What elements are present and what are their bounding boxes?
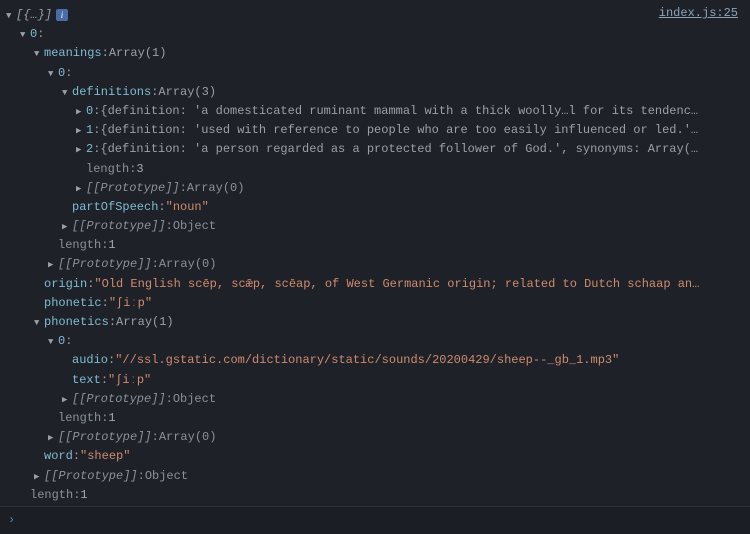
length-value: 1 xyxy=(80,486,87,505)
chevron-down-icon[interactable]: ▼ xyxy=(34,47,44,61)
property-key: phonetics xyxy=(44,313,109,332)
definition-preview: {definition: 'a domesticated ruminant ma… xyxy=(100,102,698,121)
property-value: "noun" xyxy=(166,198,209,217)
chevron-down-icon[interactable]: ▼ xyxy=(62,86,72,100)
chevron-down-icon[interactable]: ▼ xyxy=(48,335,58,349)
property-value: Array(1) xyxy=(109,44,167,63)
length-key: length xyxy=(58,236,101,255)
property-value: "ʃiːp" xyxy=(108,371,151,390)
chevron-down-icon[interactable]: ▼ xyxy=(48,67,58,81)
property-key: audio xyxy=(72,351,108,370)
prototype-value: Array(0) xyxy=(159,428,217,447)
chevron-down-icon[interactable]: ▼ xyxy=(6,9,16,23)
index-key: 0 xyxy=(86,102,93,121)
property-key: phonetic xyxy=(44,294,102,313)
index-key: 0 xyxy=(58,332,65,351)
chevron-right-icon[interactable]: ▶ xyxy=(76,182,86,196)
property-value: Array(3) xyxy=(158,83,216,102)
property-value: Array(1) xyxy=(116,313,174,332)
prototype-value: Object xyxy=(173,390,216,409)
info-icon[interactable]: i xyxy=(56,9,68,21)
console-prompt[interactable]: › xyxy=(0,506,750,534)
source-line: 25 xyxy=(724,6,738,20)
chevron-right-icon[interactable]: ▶ xyxy=(76,124,86,138)
definition-preview: {definition: 'used with reference to peo… xyxy=(100,121,698,140)
length-key: length xyxy=(30,486,73,505)
property-value: "//ssl.gstatic.com/dictionary/static/sou… xyxy=(115,351,619,370)
prototype-value: Object xyxy=(145,467,188,486)
prototype-key: [[Prototype]] xyxy=(58,428,152,447)
prototype-key: [[Prototype]] xyxy=(44,467,138,486)
object-tree: ▼ [{…}] i ▼ 0: ▼ meanings: Array(1) ▼ 0:… xyxy=(0,0,750,524)
property-key: origin xyxy=(44,275,87,294)
property-key: meanings xyxy=(44,44,102,63)
source-file: index.js xyxy=(659,6,717,20)
index-key: 0 xyxy=(30,25,37,44)
definition-preview: {definition: 'a person regarded as a pro… xyxy=(100,140,698,159)
source-link[interactable]: index.js:25 xyxy=(659,4,738,23)
property-key: text xyxy=(72,371,101,390)
chevron-right-icon[interactable]: ▶ xyxy=(62,393,72,407)
property-value: "ʃiːp" xyxy=(109,294,152,313)
prototype-key: [[Prototype]] xyxy=(58,255,152,274)
index-key: 2 xyxy=(86,140,93,159)
chevron-down-icon[interactable]: ▼ xyxy=(20,28,30,42)
property-value: "sheep" xyxy=(80,447,130,466)
length-value: 1 xyxy=(108,236,115,255)
prototype-value: Object xyxy=(173,217,216,236)
index-key: 1 xyxy=(86,121,93,140)
prototype-value: Array(0) xyxy=(187,179,245,198)
prototype-value: Array(0) xyxy=(159,255,217,274)
index-key: 0 xyxy=(58,64,65,83)
prototype-key: [[Prototype]] xyxy=(72,390,166,409)
chevron-right-icon[interactable]: ▶ xyxy=(76,143,86,157)
chevron-down-icon[interactable]: ▼ xyxy=(34,316,44,330)
chevron-right-icon[interactable]: ▶ xyxy=(34,470,44,484)
prototype-key: [[Prototype]] xyxy=(86,179,180,198)
chevron-right-icon[interactable]: ▶ xyxy=(76,105,86,119)
length-key: length xyxy=(86,160,129,179)
prototype-key: [[Prototype]] xyxy=(72,217,166,236)
property-value: "Old English scēp, scǣp, scēap, of West … xyxy=(94,275,699,294)
root-summary: [{…}] xyxy=(16,6,52,25)
chevron-right-icon[interactable]: ▶ xyxy=(48,258,58,272)
length-value: 1 xyxy=(108,409,115,428)
chevron-right-icon[interactable]: ▶ xyxy=(48,431,58,445)
property-key: word xyxy=(44,447,73,466)
chevron-right-icon[interactable]: ▶ xyxy=(62,220,72,234)
property-key: definitions xyxy=(72,83,151,102)
chevron-right-icon: › xyxy=(8,513,15,527)
property-key: partOfSpeech xyxy=(72,198,158,217)
length-key: length xyxy=(58,409,101,428)
length-value: 3 xyxy=(136,160,143,179)
